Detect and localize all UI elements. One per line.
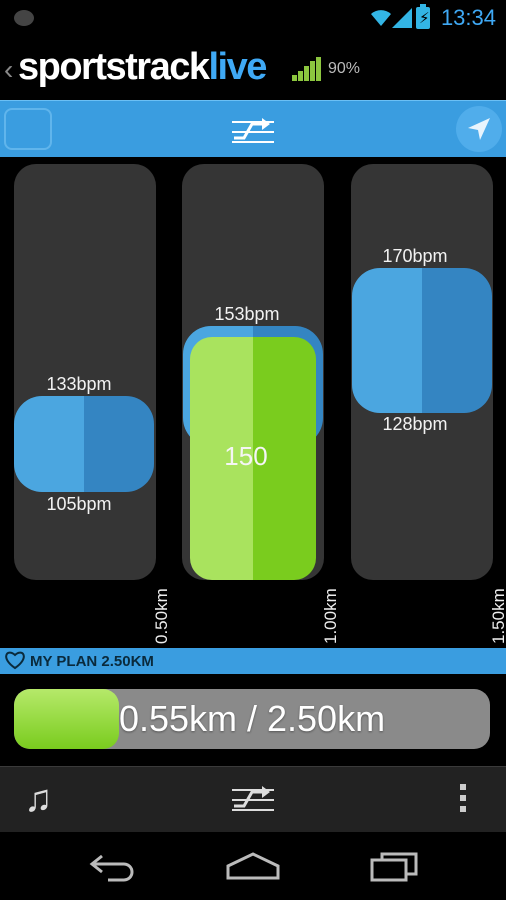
plan-label: MY PLAN 2.50KM [30, 653, 154, 670]
segment-column-1[interactable] [14, 164, 156, 580]
back-chevron-icon[interactable]: ‹ [4, 54, 13, 86]
status-bar [0, 0, 506, 36]
cell-signal-icon [392, 8, 412, 28]
overflow-menu-icon[interactable] [460, 784, 466, 817]
hr-zone-bar-3 [352, 268, 492, 413]
home-icon[interactable] [226, 852, 280, 882]
hr-zone-bar-1 [14, 396, 154, 492]
distance-marker-2: 1.00km [321, 588, 340, 644]
distance-marker-3: 1.50km [489, 588, 506, 644]
music-icon[interactable]: ♫ [24, 778, 53, 821]
logo-text-primary: sportstrack [18, 46, 210, 88]
battery-icon: ⚡ [416, 4, 430, 29]
plan-icon[interactable] [230, 780, 276, 812]
logo-text-accent: live [208, 46, 267, 88]
notification-icon [14, 10, 34, 26]
plan-icon[interactable] [230, 112, 276, 144]
zone-upper-label-1: 133bpm [46, 374, 112, 394]
distance-marker-1: 0.50km [152, 588, 171, 644]
gps-signal-percent: 90% [328, 60, 361, 77]
status-time: 13:34 [440, 5, 496, 30]
wifi-icon [371, 10, 391, 26]
back-icon[interactable] [88, 852, 136, 882]
current-hr-value: 150 [224, 441, 268, 471]
zone-upper-label-2: 153bpm [214, 304, 280, 324]
distance-progress-bar: 0.55km / 2.50km [14, 689, 490, 749]
gauge-icon[interactable] [4, 108, 52, 150]
distance-progress-text: 0.55km / 2.50km [118, 698, 386, 739]
zone-lower-label-3: 128bpm [382, 414, 448, 434]
zone-lower-label-1: 105bpm [46, 494, 112, 514]
gps-signal-icon [292, 57, 322, 81]
heart-icon [5, 651, 25, 670]
navigation-icon [468, 118, 490, 140]
app-logo[interactable]: sportstracklive [18, 46, 267, 89]
recent-apps-icon[interactable] [370, 852, 420, 882]
zone-upper-label-3: 170bpm [382, 246, 448, 266]
